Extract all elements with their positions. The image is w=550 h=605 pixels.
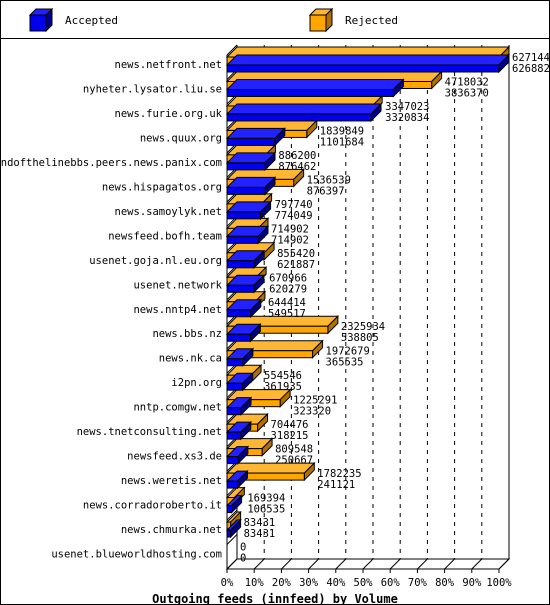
category-label: news.quux.org bbox=[140, 132, 222, 144]
bar-value-label-accepted: 549517 bbox=[268, 308, 306, 320]
orange-cube-icon bbox=[309, 8, 333, 32]
x-tick-label: 0% bbox=[221, 577, 234, 589]
bar-value-label-accepted: 361935 bbox=[264, 381, 302, 393]
chart-legend: Accepted Rejected bbox=[1, 1, 549, 39]
x-tick-label: 20% bbox=[272, 577, 292, 589]
category-label: newsfeed.bofh.team bbox=[108, 230, 222, 242]
bar-value-label-accepted: 3320834 bbox=[385, 112, 429, 124]
x-tick-label: 100% bbox=[486, 577, 512, 589]
category-label: nyheter.lysator.liu.se bbox=[83, 83, 222, 95]
bar-value-label-accepted: 241121 bbox=[317, 479, 355, 491]
bar-value-label-accepted: 714902 bbox=[271, 234, 309, 246]
chart-window: Accepted Rejected 0% 10% 20% 30% 40% 50% 60% 70%… bbox=[0, 0, 550, 605]
bar-chart-svg: 0% 10% 20% 30% 40% 50% 60% 70% 80% 90% 100%00usene… bbox=[1, 44, 549, 604]
chart-row: 670966620279usenet.network bbox=[133, 266, 307, 301]
bar-accepted bbox=[225, 176, 277, 196]
chart-row: 169394106535news.corradoroberto.it bbox=[83, 486, 285, 521]
chart-axis-title: Outgoing feeds (innfeed) by Volume bbox=[152, 592, 398, 604]
category-label: news.furie.org.uk bbox=[115, 108, 223, 120]
category-label: i2pn.org bbox=[171, 377, 222, 389]
chart-row: 644414549517news.nntp4.net bbox=[133, 290, 306, 325]
bar-value-label-accepted: 774049 bbox=[275, 210, 313, 222]
chart-row: 714902714902newsfeed.bofh.team bbox=[108, 217, 309, 252]
category-label: news.bbs.nz bbox=[152, 328, 222, 340]
chart-row: 855420621887usenet.goja.nl.eu.org bbox=[89, 241, 315, 276]
category-label: news.tnetconsulting.net bbox=[77, 426, 222, 438]
bar-accepted bbox=[225, 127, 286, 147]
category-label: news.corradoroberto.it bbox=[83, 500, 222, 512]
bar-value-label-accepted: 318215 bbox=[271, 430, 309, 442]
category-label: news.weretis.net bbox=[121, 475, 222, 487]
legend-label: Rejected bbox=[345, 13, 398, 27]
category-label: newsfeed.xs3.de bbox=[127, 451, 222, 463]
x-tick-label: 90% bbox=[462, 577, 482, 589]
x-tick-label: 30% bbox=[299, 577, 319, 589]
category-label: usenet.blueworldhosting.com bbox=[51, 549, 222, 561]
chart-row: 1972679365535news.nk.ca bbox=[159, 339, 370, 374]
x-tick-label: 60% bbox=[381, 577, 401, 589]
legend-item-accepted[interactable]: Accepted bbox=[29, 1, 118, 39]
bar-value-label-accepted: 538805 bbox=[341, 332, 379, 344]
chart-row: 8343183431news.chmurka.net bbox=[121, 510, 276, 545]
bar-value-label-accepted: 365535 bbox=[326, 357, 364, 369]
bar-value-label-accepted: 876462 bbox=[278, 161, 316, 173]
category-label: nntp.comgw.net bbox=[133, 402, 222, 414]
chart-row: 1536539876397news.hispagatos.org bbox=[102, 168, 351, 203]
category-label: endofthelinebbs.peers.news.panix.com bbox=[1, 157, 222, 169]
blue-cube-icon bbox=[29, 8, 53, 32]
chart-row: 00usenet.blueworldhosting.com bbox=[51, 542, 246, 570]
bar-value-label-accepted: 6268826 bbox=[512, 63, 549, 75]
legend-item-rejected[interactable]: Rejected bbox=[309, 1, 398, 39]
x-tick-label: 80% bbox=[435, 577, 455, 589]
category-label: news.hispagatos.org bbox=[102, 181, 222, 193]
chart-row: 704476318215news.tnetconsulting.net bbox=[77, 412, 309, 447]
x-tick-label: 50% bbox=[354, 577, 374, 589]
category-label: usenet.goja.nl.eu.org bbox=[89, 255, 222, 267]
x-tick-label: 40% bbox=[326, 577, 346, 589]
bar-value-label-accepted: 0 bbox=[240, 553, 246, 565]
bar-value-label-accepted: 250667 bbox=[275, 455, 313, 467]
bar-value-label-accepted: 876397 bbox=[307, 185, 345, 197]
category-label: news.nntp4.net bbox=[133, 304, 222, 316]
chart-row: 809548250667newsfeed.xs3.de bbox=[127, 437, 313, 472]
bar-value-label-accepted: 620279 bbox=[269, 283, 307, 295]
bar-value-label-accepted: 3836370 bbox=[445, 87, 489, 99]
category-label: news.netfront.net bbox=[115, 59, 222, 71]
bar-value-label-accepted: 323320 bbox=[293, 406, 331, 418]
bar-value-label-accepted: 83431 bbox=[244, 528, 276, 540]
bar-accepted bbox=[225, 151, 277, 172]
category-label: usenet.network bbox=[133, 279, 222, 291]
bar-value-label-accepted: 1101684 bbox=[320, 136, 364, 148]
chart-plot-area: 0% 10% 20% 30% 40% 50% 60% 70% 80% 90% 100% 0 0 usene… bbox=[1, 39, 549, 604]
chart-row: 797740774049news.samoylyk.net bbox=[115, 192, 313, 227]
legend-label: Accepted bbox=[65, 13, 118, 27]
bar-value-label-accepted: 106535 bbox=[247, 504, 285, 516]
bar-accepted bbox=[225, 78, 405, 98]
bar-accepted bbox=[225, 102, 383, 123]
category-label: news.chmurka.net bbox=[121, 524, 222, 536]
category-label: news.nk.ca bbox=[159, 353, 222, 365]
x-tick-label: 70% bbox=[408, 577, 428, 589]
x-tick-label: 10% bbox=[245, 577, 265, 589]
bar-accepted bbox=[225, 53, 511, 74]
category-label: news.samoylyk.net bbox=[115, 206, 222, 218]
bar-value-label-accepted: 621887 bbox=[277, 259, 315, 271]
